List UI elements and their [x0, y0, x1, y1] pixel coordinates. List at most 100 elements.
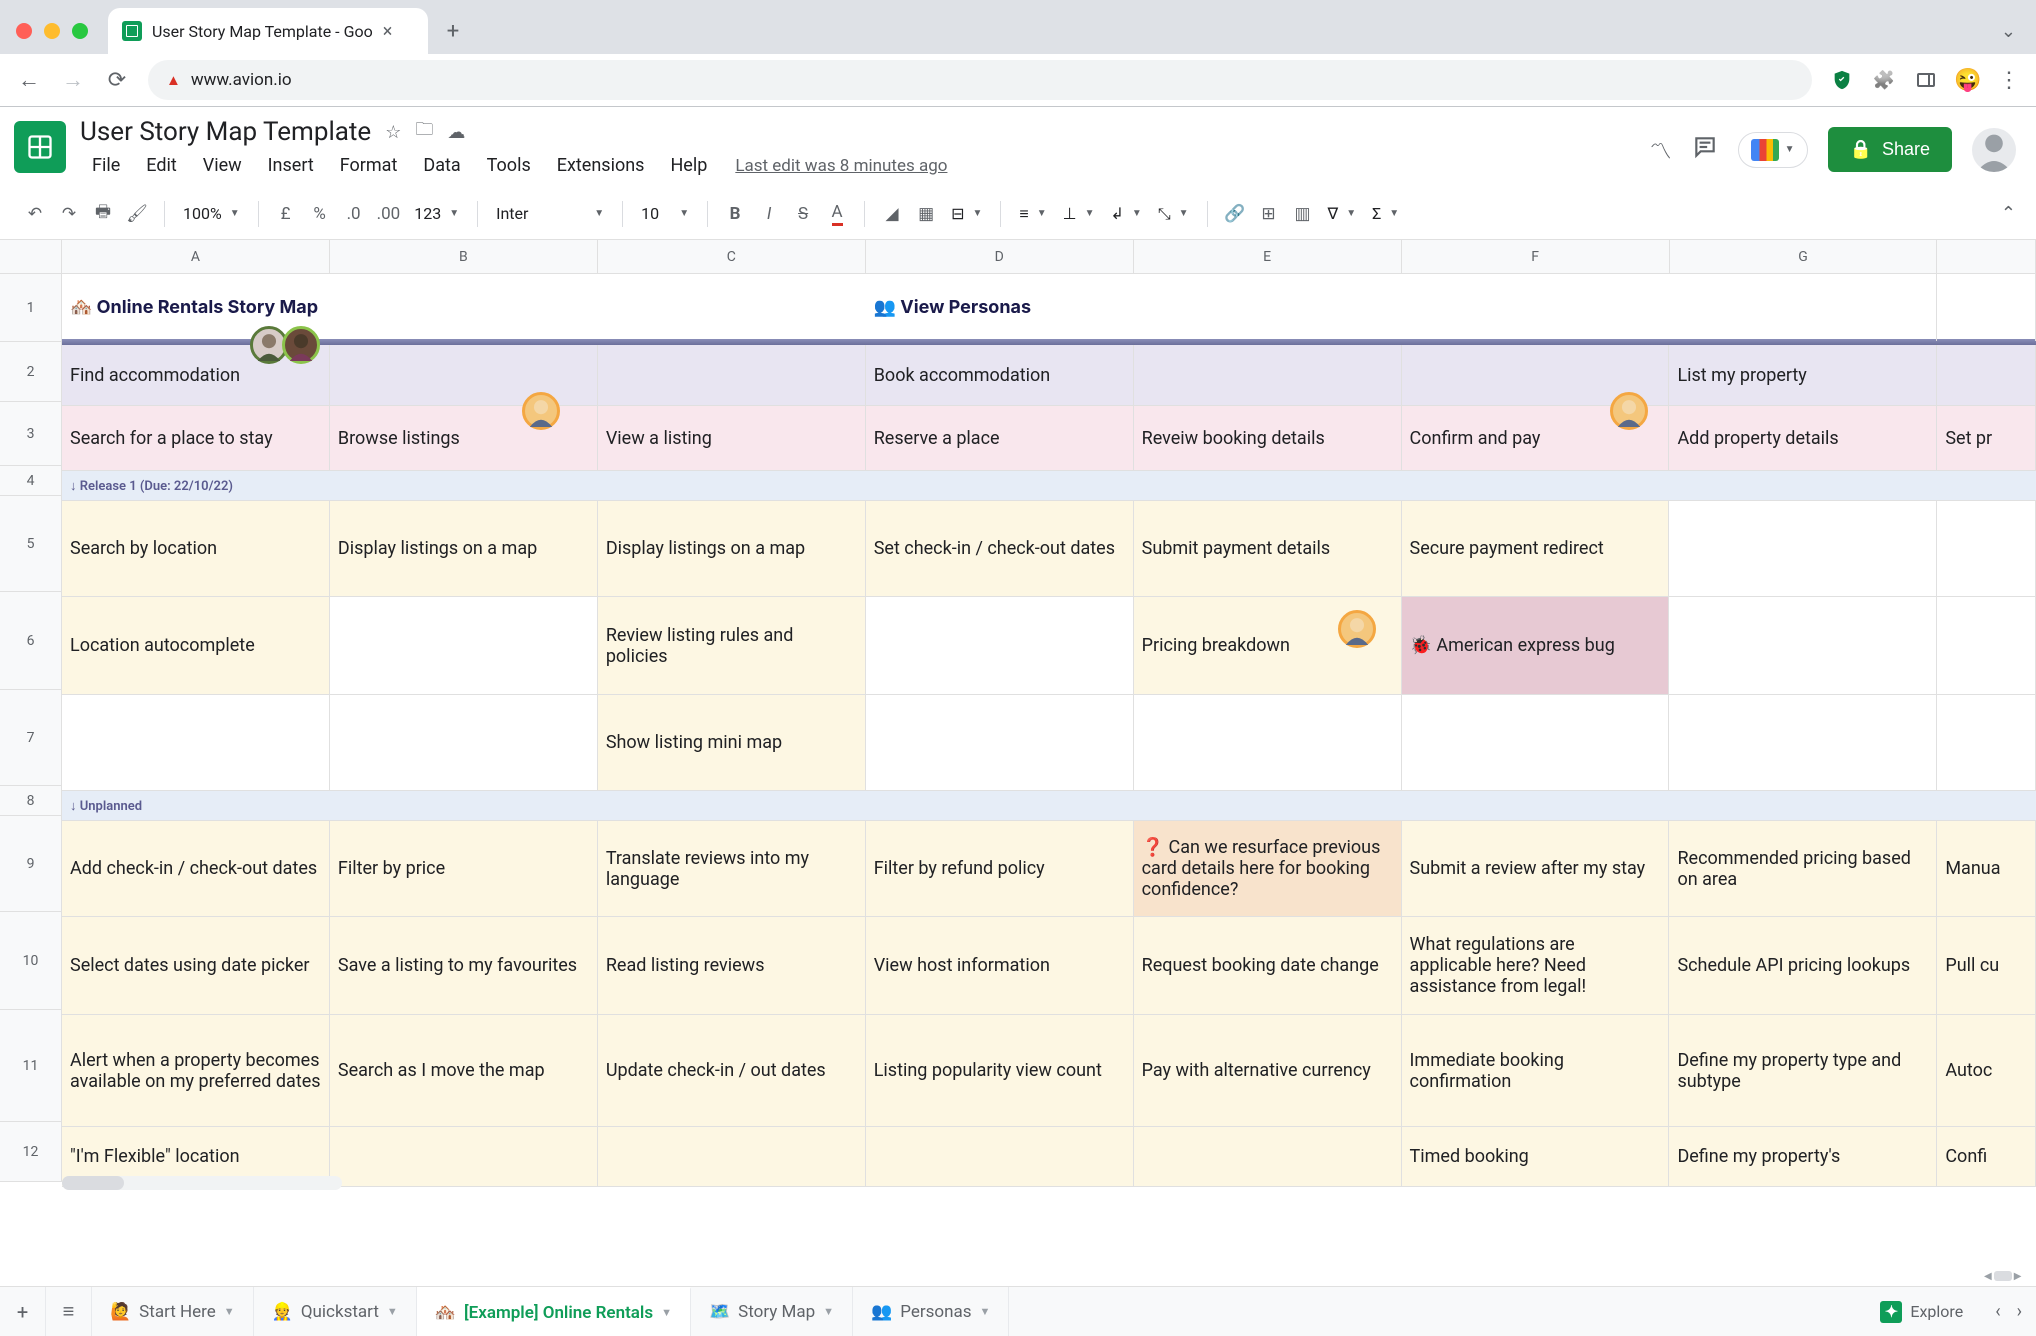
account-avatar[interactable]	[1972, 128, 2016, 172]
cell[interactable]: Search as I move the map	[330, 1015, 598, 1126]
cell[interactable]: Save a listing to my favourites	[330, 917, 598, 1014]
decrease-decimal-button[interactable]: .0	[339, 199, 369, 229]
currency-button[interactable]: £	[271, 199, 301, 229]
row-header[interactable]: 5	[0, 496, 61, 592]
cell[interactable]: Autoc	[1937, 1015, 2036, 1126]
cell[interactable]: Reveiw booking details	[1134, 406, 1402, 470]
cell[interactable]: Pay with alternative currency	[1134, 1015, 1402, 1126]
cell[interactable]	[330, 1127, 598, 1186]
cell[interactable]: Review listing rules and policies	[598, 597, 866, 694]
cell[interactable]	[1937, 695, 2036, 790]
cell[interactable]: Manua	[1937, 821, 2036, 916]
last-edit-link[interactable]: Last edit was 8 minutes ago	[735, 156, 947, 176]
col-header-d[interactable]: D	[866, 240, 1134, 273]
share-button[interactable]: Share	[1828, 127, 1952, 172]
col-header-e[interactable]: E	[1134, 240, 1402, 273]
cell[interactable]	[1134, 345, 1402, 405]
cell[interactable]: Add property details	[1669, 406, 1937, 470]
move-icon[interactable]: 🗀	[415, 117, 433, 147]
cell[interactable]: Location autocomplete	[62, 597, 330, 694]
close-window-button[interactable]	[16, 23, 32, 39]
cell[interactable]	[1937, 597, 2036, 694]
shield-icon[interactable]	[1830, 68, 1854, 92]
filter-button[interactable]: ∇▼	[1322, 204, 1363, 223]
cell[interactable]	[1937, 345, 2036, 405]
cell[interactable]: Confi	[1937, 1127, 2036, 1186]
cell[interactable]: Define my property type and subtype	[1669, 1015, 1937, 1126]
cell[interactable]: Submit a review after my stay	[1402, 821, 1670, 916]
cell[interactable]: View host information	[866, 917, 1134, 1014]
cell[interactable]: List my property	[1669, 345, 1937, 405]
sheet-nav-right-icon[interactable]: ›	[2017, 1301, 2022, 1322]
doc-title[interactable]: User Story Map Template	[80, 117, 371, 147]
menu-tools[interactable]: Tools	[475, 151, 543, 180]
cell[interactable]: Pull cu	[1937, 917, 2036, 1014]
maximize-window-button[interactable]	[72, 23, 88, 39]
cell[interactable]	[1134, 695, 1402, 790]
cell[interactable]: ❓ Can we resurface previous card details…	[1134, 821, 1402, 916]
cell[interactable]: View a listing	[598, 406, 866, 470]
percent-button[interactable]: %	[305, 199, 335, 229]
tab-close-icon[interactable]: ×	[383, 21, 393, 42]
row-header[interactable]: 1	[0, 274, 61, 342]
paint-format-button[interactable]: 🖌	[122, 199, 152, 229]
menu-edit[interactable]: Edit	[134, 151, 188, 180]
sheet-tab[interactable]: 👥Personas▼	[853, 1287, 1009, 1336]
menu-view[interactable]: View	[191, 151, 254, 180]
col-header-c[interactable]: C	[598, 240, 866, 273]
cell[interactable]	[866, 1127, 1134, 1186]
browser-tab[interactable]: User Story Map Template - Goo ×	[108, 8, 428, 54]
menu-insert[interactable]: Insert	[256, 151, 326, 180]
text-wrap-button[interactable]: ↲▼	[1105, 204, 1148, 223]
cell[interactable]: Request booking date change	[1134, 917, 1402, 1014]
meet-button[interactable]: ▼	[1738, 132, 1808, 168]
insert-link-button[interactable]: 🔗	[1220, 199, 1250, 229]
row-header[interactable]: 2	[0, 342, 61, 402]
text-color-button[interactable]: A	[822, 199, 852, 229]
cell[interactable]: Reserve a place	[866, 406, 1134, 470]
col-header-h[interactable]	[1937, 240, 2036, 273]
row-header[interactable]: 3	[0, 402, 61, 466]
cell[interactable]: Secure payment redirect	[1402, 501, 1670, 596]
sheet-tab-dropdown-icon[interactable]: ▼	[387, 1305, 398, 1318]
menu-format[interactable]: Format	[328, 151, 410, 180]
cell[interactable]	[330, 345, 598, 405]
menu-extensions[interactable]: Extensions	[545, 151, 657, 180]
release-header[interactable]: ↓ Release 1 (Due: 22/10/22)	[62, 471, 2036, 500]
minimize-window-button[interactable]	[44, 23, 60, 39]
activity-icon[interactable]: 〽	[1650, 134, 1672, 166]
mini-horizontal-scroll[interactable]: ◀▶	[1984, 1268, 2030, 1284]
sheet-tab[interactable]: 🏘️[Example] Online Rentals▼	[417, 1287, 691, 1336]
explore-button[interactable]: ✦ Explore	[1862, 1287, 1981, 1336]
redo-button[interactable]: ↷	[54, 199, 84, 229]
cell[interactable]: Filter by refund policy	[866, 821, 1134, 916]
all-sheets-button[interactable]: ≡	[46, 1287, 92, 1336]
cell[interactable]	[62, 695, 330, 790]
cell[interactable]: Timed booking	[1402, 1127, 1670, 1186]
horizontal-scrollbar[interactable]	[62, 1176, 342, 1190]
col-header-a[interactable]: A	[62, 240, 330, 273]
font-size-select[interactable]: 10▼	[635, 204, 695, 223]
cell[interactable]: Alert when a property becomes available …	[62, 1015, 330, 1126]
sheet-tab-dropdown-icon[interactable]: ▼	[823, 1305, 834, 1318]
cell[interactable]: Display listings on a map	[598, 501, 866, 596]
sheet-tab[interactable]: 👷Quickstart▼	[254, 1287, 417, 1336]
print-button[interactable]: 🖶	[88, 199, 118, 229]
cell[interactable]	[866, 695, 1134, 790]
cell[interactable]	[1937, 501, 2036, 596]
star-icon[interactable]: ☆	[385, 122, 401, 143]
increase-decimal-button[interactable]: .00	[373, 199, 405, 229]
cell[interactable]: 🐞 American express bug	[1402, 597, 1670, 694]
cell[interactable]: Filter by price	[330, 821, 598, 916]
cell[interactable]	[1669, 695, 1937, 790]
cell[interactable]: Recommended pricing based on area	[1669, 821, 1937, 916]
cell[interactable]	[1669, 597, 1937, 694]
bold-button[interactable]: B	[720, 199, 750, 229]
sheet-tab-dropdown-icon[interactable]: ▼	[224, 1305, 235, 1318]
vertical-align-button[interactable]: ⊥▼	[1057, 204, 1101, 223]
back-button[interactable]: ←	[16, 67, 42, 93]
extensions-icon[interactable]	[1872, 68, 1896, 92]
cell[interactable]: Show listing mini map	[598, 695, 866, 790]
cell[interactable]: Book accommodation	[866, 345, 1134, 405]
cell[interactable]	[1134, 1127, 1402, 1186]
